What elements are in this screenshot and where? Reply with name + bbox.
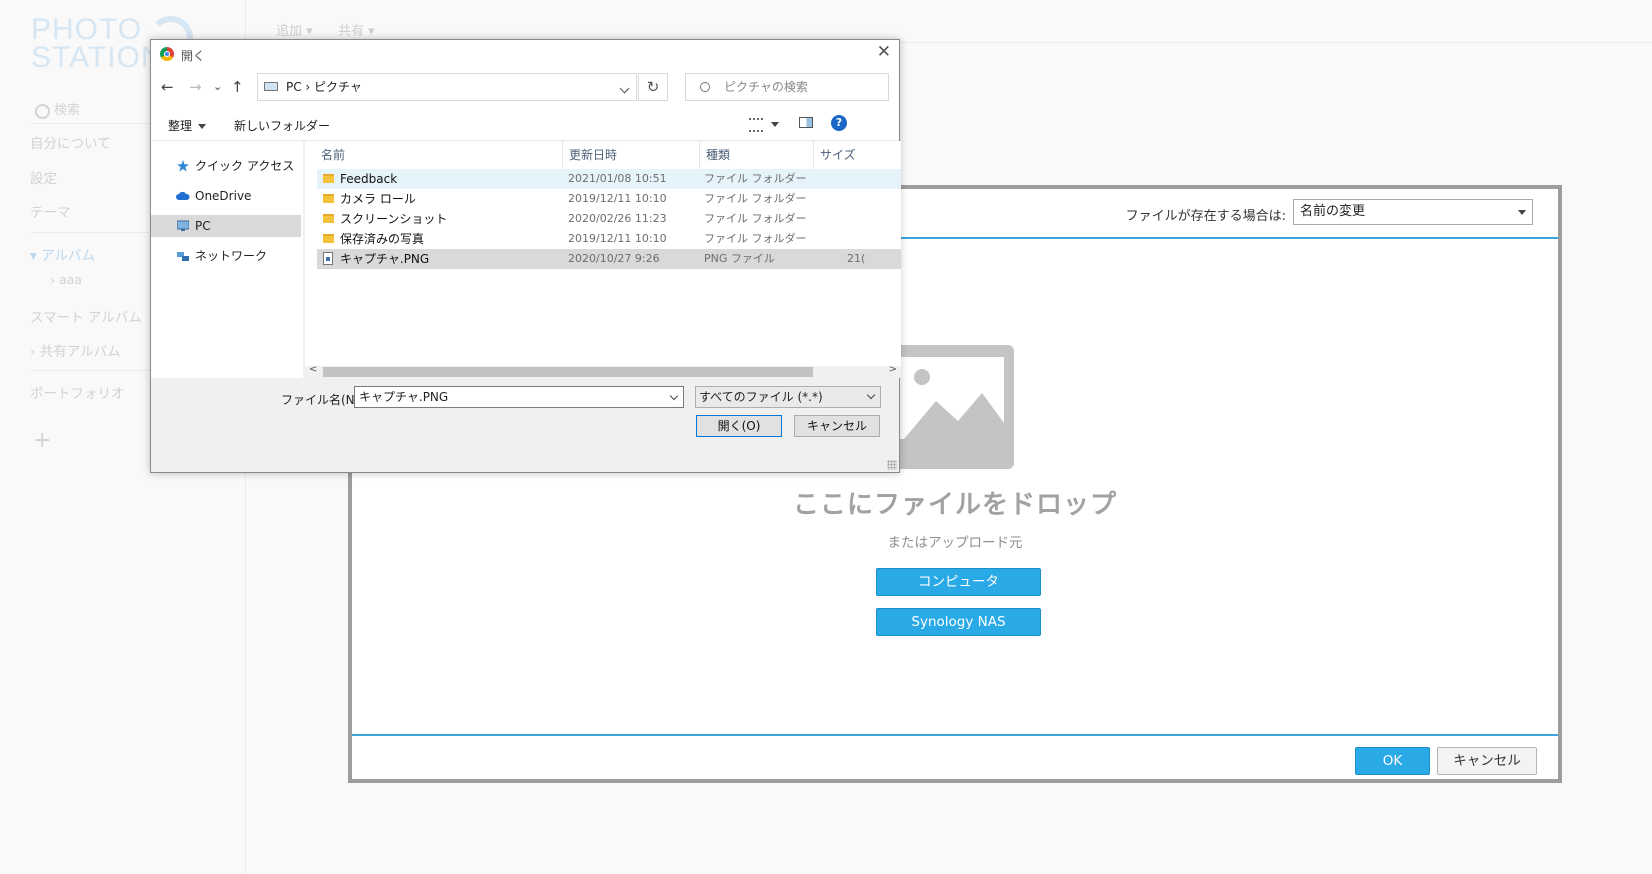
- nav-quick-access[interactable]: クイック アクセス: [151, 155, 301, 177]
- up-button[interactable]: ↑: [231, 78, 244, 96]
- dialog-title: 開く: [181, 49, 206, 63]
- address-bar[interactable]: PC › ピクチャ: [257, 73, 637, 101]
- recent-locations-button[interactable]: ⌄: [213, 80, 222, 93]
- back-button[interactable]: ←: [161, 78, 174, 96]
- add-menu[interactable]: 追加 ▾: [276, 20, 313, 39]
- command-bar: 整理 新しいフォルダー ?: [151, 108, 899, 141]
- dialog-titlebar[interactable]: 開く ✕: [151, 40, 899, 68]
- file-row[interactable]: スクリーンショット 2020/02/26 11:23 ファイル フォルダー: [317, 209, 901, 229]
- column-name[interactable]: 名前: [315, 141, 563, 169]
- conflict-select[interactable]: 名前の変更: [1293, 199, 1533, 225]
- resize-grip-icon[interactable]: [887, 460, 897, 470]
- view-options-icon[interactable]: [749, 118, 763, 132]
- nav-theme[interactable]: テーマ: [30, 201, 71, 221]
- close-icon[interactable]: ✕: [877, 42, 891, 62]
- organize-button[interactable]: 整理: [168, 117, 206, 134]
- ok-button[interactable]: OK: [1355, 747, 1430, 775]
- drop-subtitle: またはアップロード元: [887, 535, 1023, 551]
- search-icon: [35, 104, 50, 119]
- search-icon: [700, 82, 710, 92]
- upload-from-nas-button[interactable]: Synology NAS: [876, 608, 1041, 636]
- search-input[interactable]: ピクチャの検索: [685, 73, 889, 101]
- scroll-right-icon[interactable]: >: [889, 364, 897, 375]
- filetype-select[interactable]: すべてのファイル (*.*): [695, 386, 881, 408]
- cloud-icon: [176, 191, 190, 200]
- horizontal-scrollbar[interactable]: < >: [305, 364, 901, 378]
- star-icon: [177, 160, 189, 172]
- file-row[interactable]: 保存済みの写真 2019/12/11 10:10 ファイル フォルダー: [317, 229, 901, 249]
- chevron-right-icon: ›: [50, 272, 59, 287]
- refresh-button[interactable]: ↻: [638, 73, 668, 101]
- network-icon: [177, 252, 189, 261]
- file-row[interactable]: Feedback 2021/01/08 10:51 ファイル フォルダー: [317, 169, 901, 189]
- nav-pc[interactable]: PC: [151, 215, 301, 237]
- nav-smart-album[interactable]: スマート アルバム: [30, 306, 142, 326]
- nav-album-aaa[interactable]: › aaa: [50, 272, 82, 287]
- open-button[interactable]: 開く(O): [696, 415, 782, 437]
- nav-shared-album[interactable]: › 共有アルバム: [30, 340, 121, 360]
- dialog-cancel-button[interactable]: キャンセル: [794, 415, 880, 437]
- forward-button[interactable]: →: [189, 78, 202, 96]
- pc-icon: [264, 82, 278, 91]
- column-date[interactable]: 更新日時: [563, 141, 700, 169]
- scrollbar-thumb[interactable]: [323, 367, 813, 377]
- share-menu[interactable]: 共有 ▾: [338, 20, 375, 39]
- folder-icon: [323, 194, 334, 203]
- folder-icon: [323, 174, 334, 183]
- address-bar-row: ← → ⌄ ↑ PC › ピクチャ ↻ ピクチャの検索: [151, 68, 899, 108]
- pc-icon: [177, 220, 189, 231]
- column-type[interactable]: 種類: [700, 141, 814, 169]
- expand-icon: ▾: [30, 248, 42, 264]
- chevron-down-icon[interactable]: [619, 83, 630, 94]
- conflict-label: ファイルが存在する場合は:: [1125, 209, 1286, 224]
- nav-album[interactable]: ▾ アルバム: [30, 244, 95, 264]
- preview-pane-icon[interactable]: [799, 117, 813, 128]
- scroll-left-icon[interactable]: <: [309, 364, 317, 375]
- navigation-pane: クイック アクセス OneDrive PC ネットワーク: [151, 141, 303, 378]
- chevron-down-icon[interactable]: [669, 391, 679, 401]
- folder-icon: [323, 214, 334, 223]
- file-row-selected[interactable]: キャプチャ.PNG 2020/10/27 9:26 PNG ファイル 21(: [317, 249, 901, 269]
- new-folder-button[interactable]: 新しいフォルダー: [234, 117, 330, 134]
- file-row[interactable]: カメラ ロール 2019/12/11 10:10 ファイル フォルダー: [317, 189, 901, 209]
- footer-divider: [352, 734, 1558, 736]
- photostation-topbar: 追加 ▾ 共有 ▾: [246, 0, 1652, 43]
- open-file-dialog: 開く ✕ ← → ⌄ ↑ PC › ピクチャ ↻ ピクチャの検索 整理 新しいフ…: [150, 39, 901, 473]
- file-list: ^ 名前 更新日時 種類 サイズ Feedback 2021/01/08 10:…: [305, 141, 901, 378]
- dropdown-arrow-icon: [1518, 210, 1526, 215]
- chevron-down-icon[interactable]: [771, 122, 779, 127]
- upload-from-computer-button[interactable]: コンピュータ: [876, 568, 1041, 596]
- nav-portfolio[interactable]: ポートフォリオ: [30, 382, 125, 402]
- chevron-right-icon: ›: [30, 344, 40, 360]
- cancel-button[interactable]: キャンセル: [1437, 747, 1537, 775]
- filename-label: ファイル名(N):: [281, 393, 364, 407]
- chrome-icon: [160, 47, 174, 61]
- filename-input[interactable]: キャプチャ.PNG: [354, 386, 684, 408]
- column-size[interactable]: サイズ: [814, 141, 901, 169]
- breadcrumb[interactable]: PC › ピクチャ: [286, 74, 362, 100]
- add-icon[interactable]: +: [33, 428, 51, 453]
- nav-about[interactable]: 自分について: [30, 132, 111, 152]
- nav-settings[interactable]: 設定: [30, 167, 57, 187]
- folder-icon: [323, 234, 334, 243]
- chevron-down-icon[interactable]: [866, 390, 876, 400]
- nav-onedrive[interactable]: OneDrive: [151, 185, 301, 207]
- help-icon[interactable]: ?: [831, 115, 847, 131]
- image-file-icon: [323, 252, 333, 265]
- image-placeholder-icon: [890, 345, 1014, 469]
- drop-title: ここにファイルをドロップ: [792, 490, 1117, 520]
- nav-network[interactable]: ネットワーク: [151, 245, 301, 267]
